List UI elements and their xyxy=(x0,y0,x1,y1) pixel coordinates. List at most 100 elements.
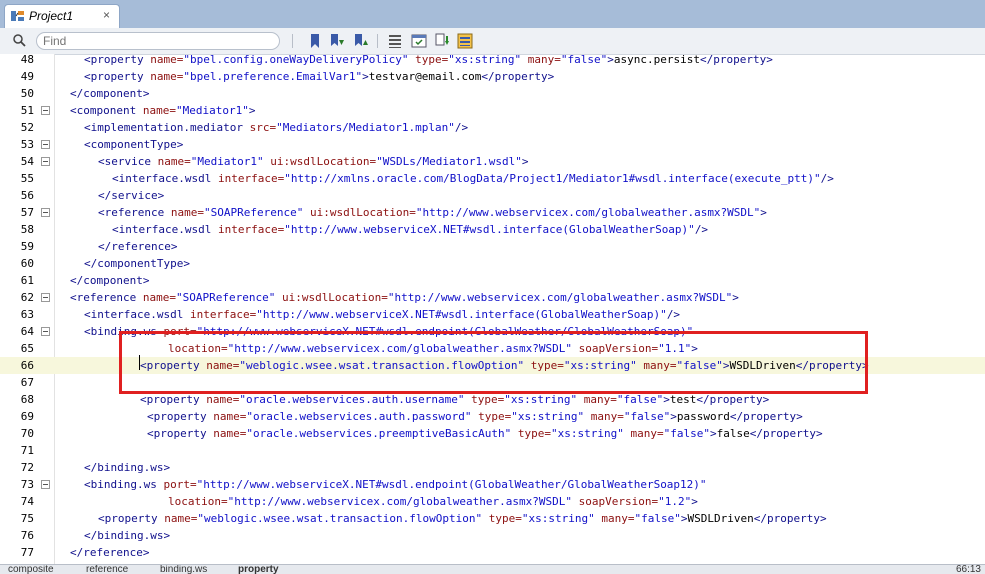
editor-tab-bar: Project1 × xyxy=(0,0,985,28)
code-token-attr: many= xyxy=(630,427,664,440)
code-text: </componentType> xyxy=(84,255,190,272)
collapse-icon[interactable] xyxy=(41,157,50,166)
next-bookmark-icon[interactable] xyxy=(328,32,346,50)
collapse-icon[interactable] xyxy=(41,293,50,302)
line-number: 56 xyxy=(20,189,34,202)
code-token-val: "http://www.webservicex.com/globalweathe… xyxy=(227,495,572,508)
code-token-val: "Mediator1" xyxy=(190,155,264,168)
code-line[interactable]: 52 <implementation.mediator src="Mediator… xyxy=(0,119,985,136)
code-line[interactable]: 58 <interface.wsdl interface="http://www.… xyxy=(0,221,985,238)
line-number: 59 xyxy=(20,240,34,253)
code-line[interactable]: 76 </binding.ws> xyxy=(0,527,985,544)
close-icon[interactable]: × xyxy=(103,8,110,22)
code-text: </service> xyxy=(98,187,164,204)
code-token-tag xyxy=(482,512,489,525)
line-number: 66 xyxy=(20,359,34,372)
code-text: <property name="oracle.webservices.preem… xyxy=(147,425,823,442)
code-line[interactable]: 50 </component> xyxy=(0,85,985,102)
code-line[interactable]: 62 <reference name="SOAPReference" ui:wsd… xyxy=(0,289,985,306)
code-line[interactable]: 75 <property name="weblogic.wsee.wsat.tra… xyxy=(0,510,985,527)
code-line[interactable]: 72 </binding.ws> xyxy=(0,459,985,476)
code-line[interactable]: 59 </reference> xyxy=(0,238,985,255)
line-number: 68 xyxy=(20,393,34,406)
code-line[interactable]: 56 </service> xyxy=(0,187,985,204)
code-token-attr: port= xyxy=(163,478,197,491)
line-number: 51 xyxy=(20,104,34,117)
code-line[interactable]: 55 <interface.wsdl interface="http://xmln… xyxy=(0,170,985,187)
code-token-tag: > xyxy=(670,410,677,423)
collapse-icon[interactable] xyxy=(41,208,50,217)
line-number: 53 xyxy=(20,138,34,151)
code-text: <componentType> xyxy=(84,136,183,153)
code-token-attr: ui:wsdlLocation= xyxy=(270,155,377,168)
code-line[interactable]: 49 <property name="bpel.preference.EmailV… xyxy=(0,68,985,85)
code-text: <implementation.mediator src="Mediators/… xyxy=(84,119,468,136)
collapse-icon[interactable] xyxy=(41,480,50,489)
code-token-val: "xs:string" xyxy=(551,427,624,440)
code-line[interactable]: 74 location="http://www.webservicex.com/g… xyxy=(0,493,985,510)
download-icon[interactable] xyxy=(433,32,451,50)
find-input[interactable] xyxy=(43,34,273,48)
code-text: <property name="bpel.preference.EmailVar… xyxy=(84,68,554,85)
code-line[interactable]: 69 <property name="oracle.webservices.aut… xyxy=(0,408,985,425)
code-line[interactable]: 71 xyxy=(0,442,985,459)
code-line[interactable]: 77 </reference> xyxy=(0,544,985,561)
toolbar-separator xyxy=(292,34,293,48)
code-token-attr: name= xyxy=(157,155,191,168)
line-number: 71 xyxy=(20,444,34,457)
editor-toolbar xyxy=(0,28,985,55)
code-line[interactable]: 53 <componentType> xyxy=(0,136,985,153)
code-token-tag: > xyxy=(691,495,698,508)
code-line[interactable]: 48 <property name="bpel.config.oneWayDeli… xyxy=(0,54,985,68)
format-lines-icon[interactable] xyxy=(386,32,404,50)
find-field[interactable] xyxy=(36,32,280,50)
code-line[interactable]: 60 </componentType> xyxy=(0,255,985,272)
bookmark-icon[interactable] xyxy=(306,32,324,50)
code-token-tag: <interface.wsdl xyxy=(112,172,218,185)
line-number: 48 xyxy=(20,54,34,66)
code-line[interactable]: 73 <binding.ws port="http://www.webservic… xyxy=(0,476,985,493)
search-icon[interactable] xyxy=(12,33,28,49)
tab-project1[interactable]: Project1 × xyxy=(4,4,120,28)
code-token-attr: many= xyxy=(601,512,635,525)
code-token-tag: </property> xyxy=(699,54,773,66)
code-token-attr: location= xyxy=(168,495,228,508)
code-line[interactable]: 63 <interface.wsdl interface="http://www.… xyxy=(0,306,985,323)
line-number: 77 xyxy=(20,546,34,559)
code-token-tag: </binding.ws> xyxy=(84,461,171,474)
code-text: </binding.ws> xyxy=(84,527,170,544)
code-token-attr: soapVersion= xyxy=(578,495,659,508)
code-token-val: "http://xmlns.oracle.com/BlogData/Projec… xyxy=(284,172,821,185)
code-token-attr: type= xyxy=(517,427,552,440)
code-token-val: "http://www.webserviceX.NET#wsdl.endpoin… xyxy=(196,478,707,491)
code-text: <property name="bpel.config.oneWayDelive… xyxy=(84,54,773,68)
code-token-attr: many= xyxy=(590,410,624,423)
code-token-attr: type= xyxy=(488,512,522,525)
code-token-attr: name= xyxy=(213,427,247,440)
previous-bookmark-icon[interactable] xyxy=(352,32,370,50)
code-token-attr: src= xyxy=(249,121,277,134)
code-line[interactable]: 51 <component name="Mediator1"> xyxy=(0,102,985,119)
source-editor[interactable]: 48 <property name="bpel.config.oneWayDeli… xyxy=(0,54,985,564)
line-number: 62 xyxy=(20,291,34,304)
code-token-val: "weblogic.wsee.wsat.transaction.flowOpti… xyxy=(197,512,483,525)
code-token-val: "bpel.preference.EmailVar1" xyxy=(183,70,363,83)
composite-file-icon xyxy=(11,11,24,21)
code-line[interactable]: 61 </component> xyxy=(0,272,985,289)
code-token-tag: <interface.wsdl xyxy=(84,308,190,321)
collapse-icon[interactable] xyxy=(41,327,50,336)
code-line[interactable]: 54 <service name="Mediator1" ui:wsdlLocat… xyxy=(0,153,985,170)
collapse-icon[interactable] xyxy=(41,140,50,149)
code-token-tag: </reference> xyxy=(98,240,178,253)
code-line[interactable]: 70 <property name="oracle.webservices.pre… xyxy=(0,425,985,442)
code-line[interactable]: 57 <reference name="SOAPReference" ui:wsd… xyxy=(0,204,985,221)
code-token-tag: </property> xyxy=(753,512,827,525)
code-token-attr: interface= xyxy=(217,223,285,236)
code-text: <property name="oracle.webservices.auth.… xyxy=(147,408,803,425)
code-token-attr: ui:wsdlLocation= xyxy=(281,291,388,304)
code-text: <interface.wsdl interface="http://xmlns.… xyxy=(112,170,834,187)
collapse-icon[interactable] xyxy=(41,106,50,115)
code-token-tag: > xyxy=(362,70,369,83)
schema-icon[interactable] xyxy=(456,32,474,50)
validate-icon[interactable] xyxy=(410,32,428,50)
